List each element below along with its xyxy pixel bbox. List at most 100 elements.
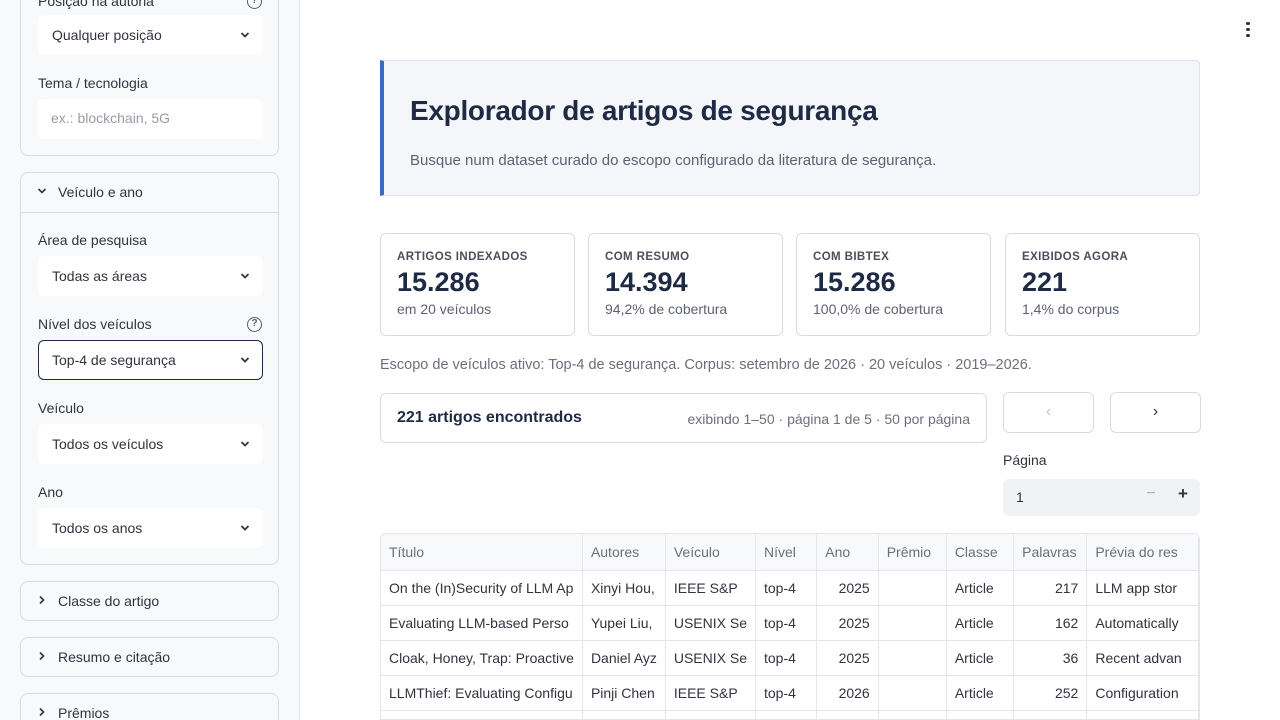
awards-expander-header[interactable]: Prêmios (21, 694, 278, 720)
table-cell[interactable]: top-4 (755, 605, 818, 641)
decrement-button[interactable]: − (1137, 485, 1165, 509)
page-number-input[interactable]: 1 − + (1003, 479, 1200, 516)
table-cell[interactable]: Yupei Liu, (582, 605, 666, 641)
author-position-select[interactable]: Qualquer posição (38, 15, 263, 55)
table-row[interactable]: On the (In)Security of LLM Ap Xinyi Hou,… (381, 570, 1199, 606)
table-cell[interactable]: Evaluating LLM-based Perso (381, 605, 583, 641)
column-header[interactable]: Veículo (665, 534, 756, 571)
table-cell[interactable]: USENIX Se (665, 605, 756, 641)
table-cell[interactable]: LLM app stor (1086, 570, 1199, 606)
abstract-citation-expander[interactable]: Resumo e citação (20, 637, 279, 677)
stat-value: 14.394 (605, 267, 688, 297)
results-info: exibindo 1–50 · página 1 de 5 · 50 por p… (687, 411, 970, 427)
topic-input[interactable]: ex.: blockchain, 5G (38, 99, 263, 139)
table-cell[interactable]: 2025 (816, 605, 879, 641)
table-cell[interactable]: Daniel Ayz (582, 640, 666, 676)
venue-tier-select[interactable]: Top-4 de segurança (38, 340, 263, 380)
table-cell[interactable]: LLMThief: Evaluating Configu (381, 675, 583, 711)
increment-button[interactable]: + (1169, 484, 1197, 508)
table-cell[interactable]: 217 (1013, 570, 1088, 606)
table-cell[interactable] (1086, 710, 1199, 719)
table-cell[interactable]: Pinji Chen (582, 675, 666, 711)
next-page-button[interactable]: › (1110, 392, 1201, 433)
column-header[interactable]: Ano (816, 534, 879, 571)
table-cell[interactable] (816, 710, 879, 719)
research-area-select[interactable]: Todas as áreas (38, 256, 263, 296)
chevron-down-icon (240, 525, 250, 531)
results-table[interactable]: Título Autores Veículo Nível Ano Prêmio … (380, 533, 1200, 720)
stat-card-bibtex: COM BIBTEX 15.286 100,0% de cobertura (796, 233, 991, 336)
table-cell[interactable]: top-4 (755, 570, 818, 606)
paper-class-expander-header[interactable]: Classe do artigo (21, 582, 278, 621)
table-cell[interactable]: Recent advan (1086, 640, 1199, 676)
table-cell[interactable] (878, 570, 947, 606)
kebab-menu-icon[interactable] (1240, 22, 1256, 40)
table-cell[interactable]: Article (946, 605, 1015, 641)
table-cell[interactable] (878, 675, 947, 711)
paper-class-expander[interactable]: Classe do artigo (20, 581, 279, 621)
table-row[interactable]: Evaluating LLM-based Perso Yupei Liu, US… (381, 605, 1199, 641)
table-cell[interactable]: 2026 (816, 675, 879, 711)
venue-year-expander-header[interactable]: Veículo e ano (21, 173, 278, 212)
year-select[interactable]: Todos os anos (38, 508, 263, 548)
table-cell[interactable]: 252 (1013, 675, 1088, 711)
table-row[interactable]: LLMThief: Evaluating Configu Pinji Chen … (381, 675, 1199, 711)
chevron-down-icon (37, 188, 47, 194)
table-cell[interactable] (946, 710, 1015, 719)
column-header[interactable]: Autores (582, 534, 666, 571)
stat-sub: 1,4% do corpus (1022, 301, 1120, 317)
stat-value: 221 (1022, 267, 1068, 297)
page-title: Explorador de artigos de segurança (410, 95, 878, 126)
table-cell[interactable]: Automatically (1086, 605, 1199, 641)
table-cell[interactable] (582, 710, 666, 719)
column-header[interactable]: Nível (755, 534, 818, 571)
table-cell[interactable]: Cloak, Honey, Trap: Proactive (381, 640, 583, 676)
table-cell[interactable]: On the (In)Security of LLM Ap (381, 570, 583, 606)
table-cell[interactable]: Xinyi Hou, (582, 570, 666, 606)
table-cell[interactable]: Article (946, 640, 1015, 676)
prev-page-button[interactable]: ‹ (1003, 392, 1094, 433)
table-cell[interactable] (878, 605, 947, 641)
table-cell[interactable]: 2025 (816, 570, 879, 606)
table-cell[interactable]: 36 (1013, 640, 1088, 676)
table-cell[interactable] (878, 710, 947, 719)
abstract-citation-expander-header[interactable]: Resumo e citação (21, 638, 278, 677)
table-cell[interactable]: 162 (1013, 605, 1088, 641)
table-cell[interactable]: USENIX Se (665, 640, 756, 676)
column-header[interactable]: Prévia do res (1086, 534, 1199, 571)
table-cell[interactable] (381, 710, 583, 719)
table-cell[interactable]: 2025 (816, 640, 879, 676)
chevron-right-icon (39, 707, 45, 717)
table-cell[interactable]: top-4 (755, 675, 818, 711)
table-cell[interactable]: Configuration (1086, 675, 1199, 711)
page-number-value: 1 (1016, 489, 1024, 505)
table-cell[interactable]: top-4 (755, 640, 818, 676)
page-number-label: Página (1003, 452, 1047, 468)
table-cell[interactable]: IEEE S&P (665, 570, 756, 606)
stat-label: ARTIGOS INDEXADOS (397, 251, 528, 263)
awards-expander[interactable]: Prêmios (20, 693, 279, 720)
chevron-down-icon (240, 441, 250, 447)
column-header[interactable]: Prêmio (878, 534, 947, 571)
table-cell[interactable] (878, 640, 947, 676)
help-icon[interactable]: ? (247, 317, 262, 332)
table-row[interactable] (381, 710, 1199, 719)
abstract-citation-title: Resumo e citação (58, 649, 171, 665)
help-icon[interactable]: ? (247, 0, 262, 9)
table-cell[interactable] (755, 710, 818, 719)
venue-select[interactable]: Todos os veículos (38, 424, 263, 464)
table-cell[interactable]: Article (946, 675, 1015, 711)
table-row[interactable]: Cloak, Honey, Trap: Proactive Daniel Ayz… (381, 640, 1199, 676)
column-header[interactable]: Palavras (1013, 534, 1088, 571)
stat-card-shown: EXIBIDOS AGORA 221 1,4% do corpus (1005, 233, 1200, 336)
author-position-label: Posição na autoria (38, 0, 154, 9)
table-cell[interactable] (665, 710, 756, 719)
filters-panel-author: Posição na autoria ? Qualquer posição Te… (20, 0, 279, 156)
column-header[interactable]: Classe (946, 534, 1015, 571)
table-cell[interactable]: IEEE S&P (665, 675, 756, 711)
chevron-right-icon (39, 651, 45, 661)
table-cell[interactable] (1013, 710, 1088, 719)
column-header[interactable]: Título (381, 534, 583, 571)
chevron-right-icon (39, 595, 45, 605)
table-cell[interactable]: Article (946, 570, 1015, 606)
